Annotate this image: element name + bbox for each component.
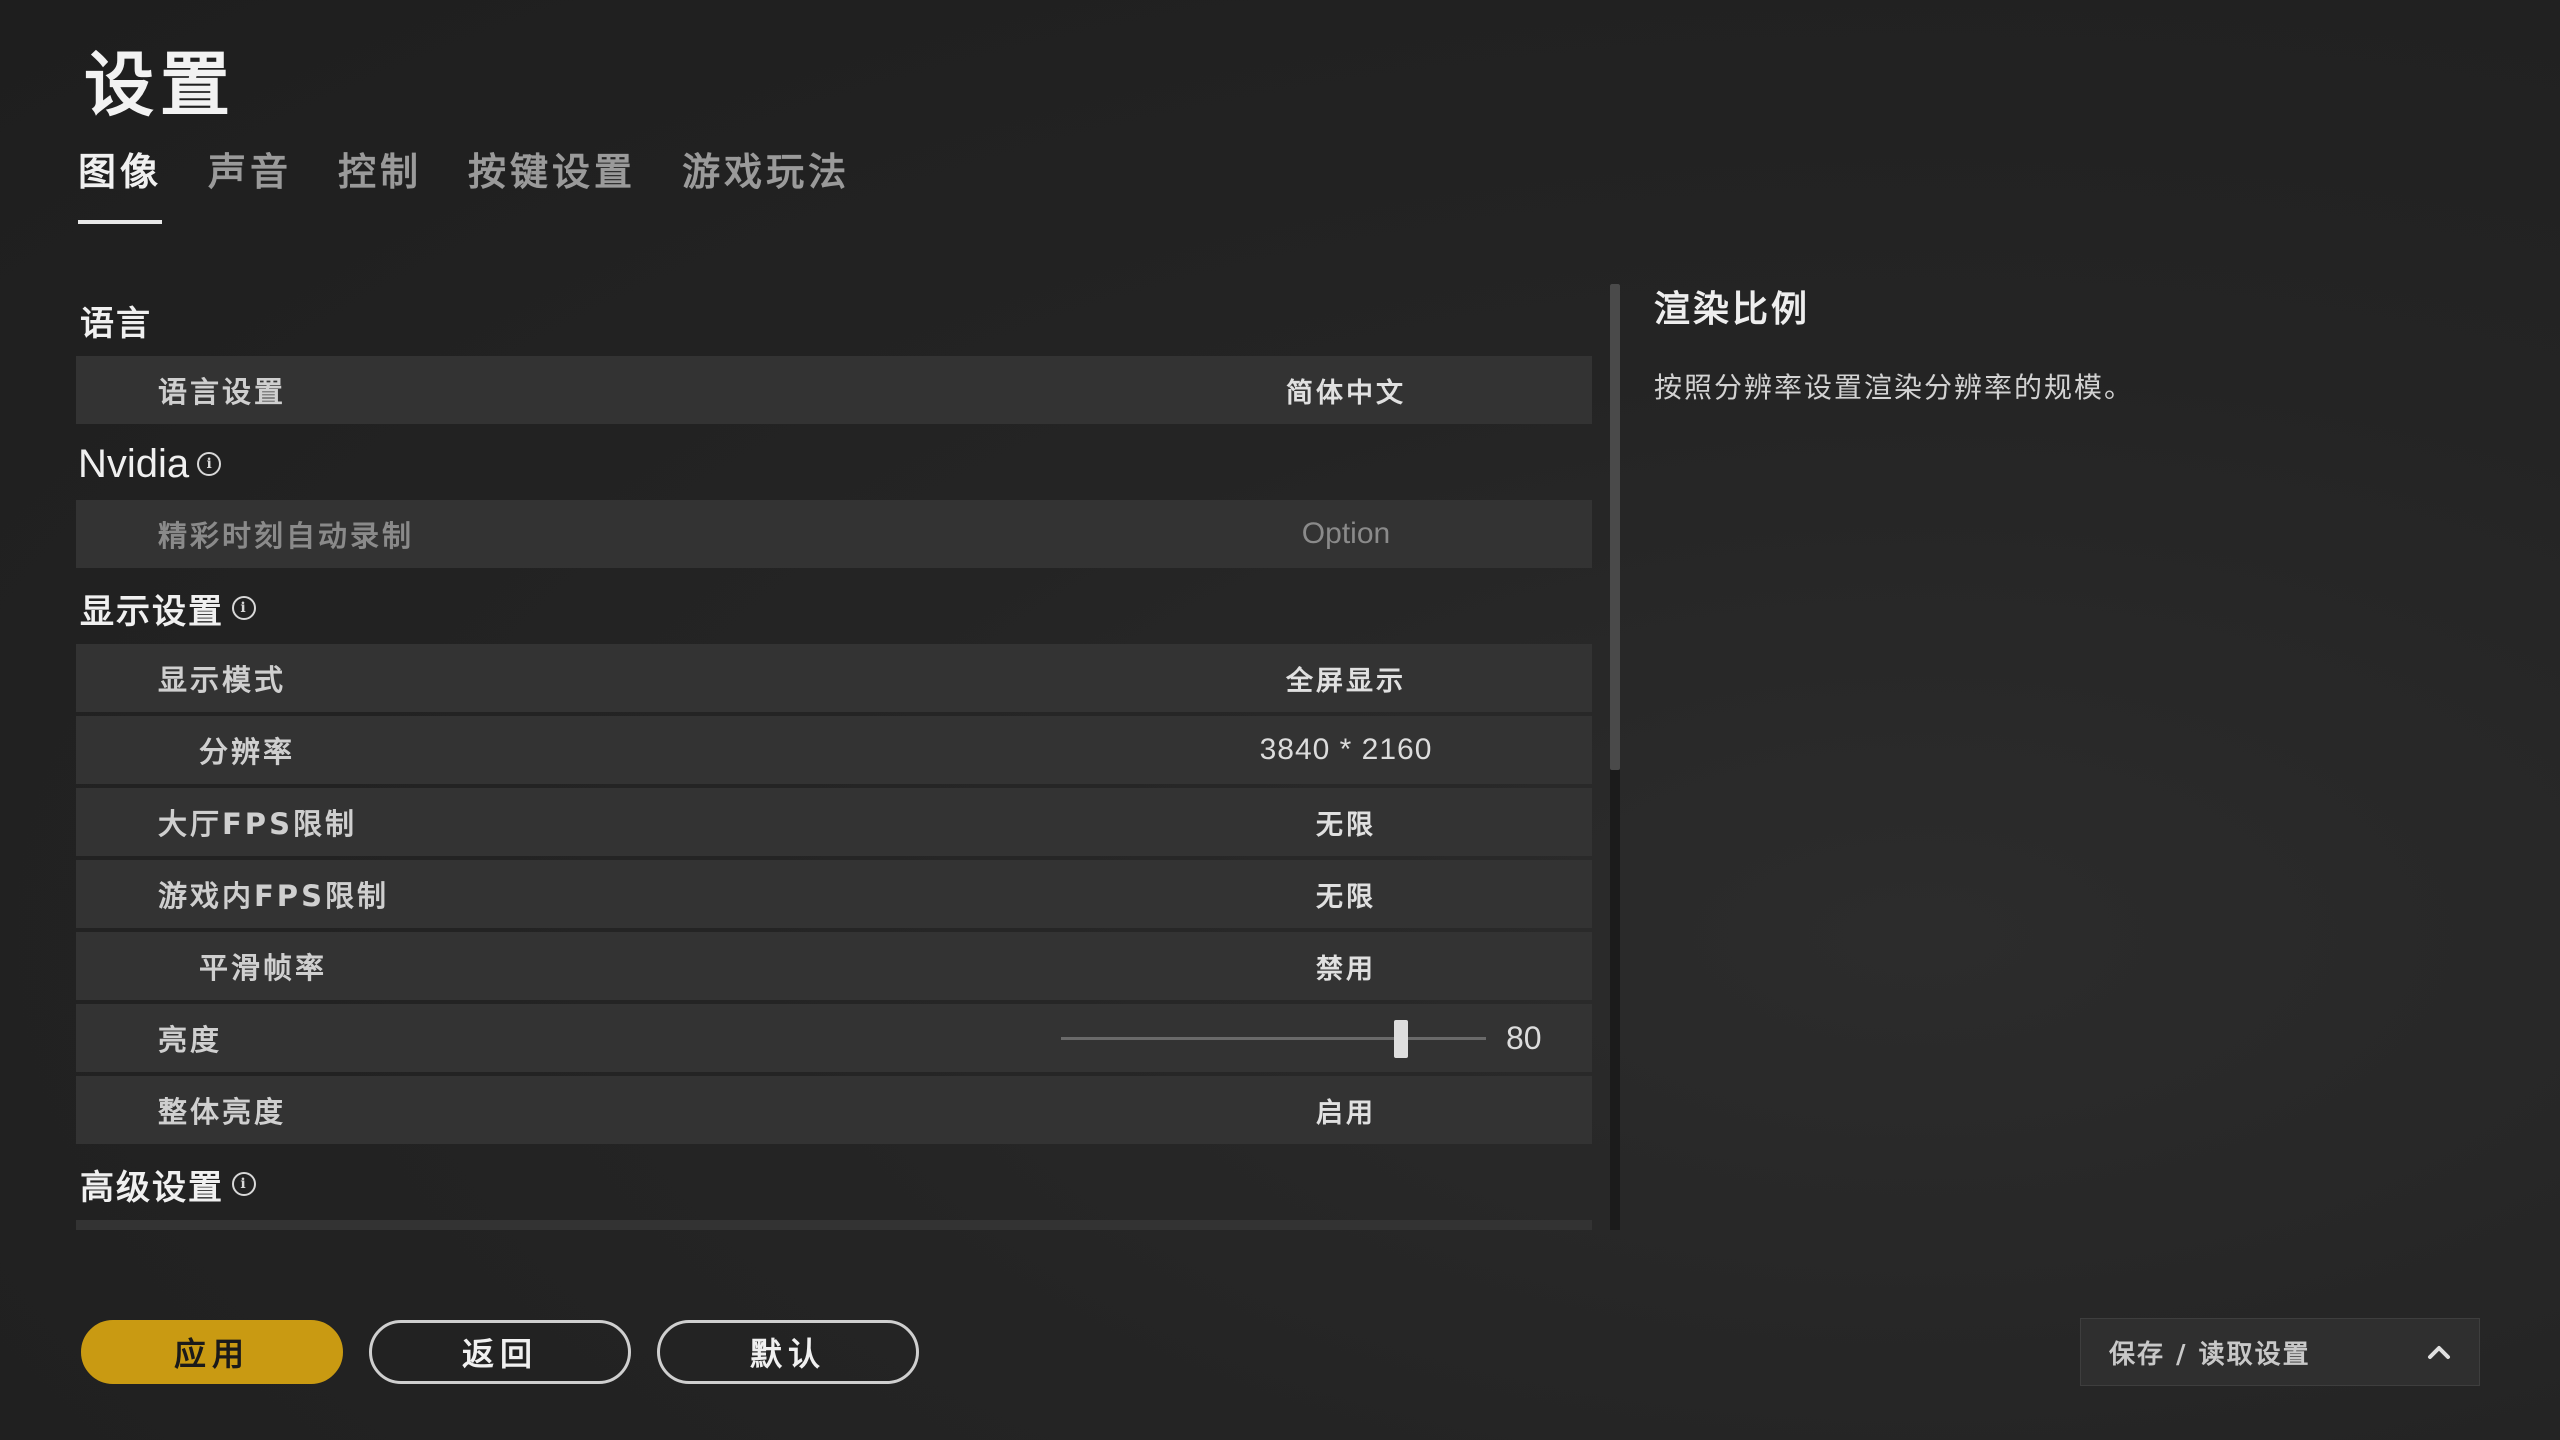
settings-tabs: 图像 声音 控制 按键设置 游戏玩法 [78,144,896,224]
setting-value[interactable]: 启用 [1196,1091,1496,1130]
setting-label: 精彩时刻自动录制 [158,519,415,553]
setting-row-partial [76,1220,1592,1230]
save-load-label: 保存 / 读取设置 [2109,1339,2311,1370]
settings-scrollbar[interactable] [1610,284,1620,1230]
setting-value[interactable]: 简体中文 [1196,371,1496,410]
setting-label: 语言设置 [158,375,287,409]
section-nvidia: Nvidia i [76,428,1592,500]
setting-value[interactable]: 全屏显示 [1196,659,1496,698]
section-title: Nvidia [78,441,190,486]
setting-row-highlights: 精彩时刻自动录制 Option [76,500,1592,568]
tab-sound[interactable]: 声音 [208,144,292,214]
setting-row-lobby-fps[interactable]: 大厅FPS限制 无限 [76,788,1592,856]
setting-value: Option [1301,517,1391,550]
tab-keybindings[interactable]: 按键设置 [468,144,636,214]
brightness-slider-track[interactable] [1061,1037,1486,1040]
setting-value[interactable]: 禁用 [1196,947,1496,986]
brightness-value: 80 [1506,1019,1542,1056]
setting-label: 整体亮度 [158,1095,287,1129]
setting-label: 亮度 [158,1023,223,1057]
setting-value[interactable]: 无限 [1196,875,1496,914]
setting-row-smooth-framerate[interactable]: 平滑帧率 禁用 [76,932,1592,1000]
setting-label: 显示模式 [158,663,287,697]
tab-control[interactable]: 控制 [338,144,422,214]
default-button[interactable]: 默认 [657,1320,919,1384]
back-button[interactable]: 返回 [369,1320,631,1384]
setting-label: 大厅FPS限制 [158,807,357,841]
tab-gameplay[interactable]: 游戏玩法 [682,144,850,214]
section-language: 语言 [76,284,1592,356]
setting-row-brightness[interactable]: 亮度 80 [76,1004,1592,1072]
setting-row-resolution[interactable]: 分辨率 3840 * 2160 [76,716,1592,784]
chevron-up-icon [2428,1346,2450,1359]
brightness-slider-thumb[interactable] [1394,1020,1408,1058]
info-icon[interactable]: i [197,452,222,476]
info-icon[interactable]: i [232,1172,256,1196]
description-title: 渲染比例 [1654,289,1811,330]
apply-button[interactable]: 应用 [81,1320,343,1384]
setting-label: 分辨率 [199,735,296,769]
description-text: 按照分辨率设置渲染分辨率的规模。 [1654,371,2135,404]
setting-row-language[interactable]: 语言设置 简体中文 [76,356,1592,424]
section-advanced: 高级设置 i [76,1148,1592,1220]
setting-row-overall-brightness[interactable]: 整体亮度 启用 [76,1076,1592,1144]
scrollbar-thumb[interactable] [1610,284,1620,770]
page-title: 设置 [84,44,236,126]
save-load-settings-dropdown[interactable]: 保存 / 读取设置 [2080,1318,2480,1386]
section-display: 显示设置 i [76,572,1592,644]
setting-label: 平滑帧率 [199,951,328,985]
tab-graphics[interactable]: 图像 [78,144,163,224]
info-icon[interactable]: i [232,596,256,620]
section-title: 语言 [80,303,152,344]
settings-list: 语言 语言设置 简体中文 Nvidia i 精彩时刻自动录制 Option 显示… [76,284,1592,1230]
setting-row-ingame-fps[interactable]: 游戏内FPS限制 无限 [76,860,1592,928]
section-title: 高级设置 [80,1167,224,1208]
setting-value[interactable]: 3840 * 2160 [1196,733,1496,767]
setting-label: 游戏内FPS限制 [158,879,389,913]
section-title: 显示设置 [80,591,224,632]
setting-value[interactable]: 无限 [1196,803,1496,842]
setting-row-display-mode[interactable]: 显示模式 全屏显示 [76,644,1592,712]
